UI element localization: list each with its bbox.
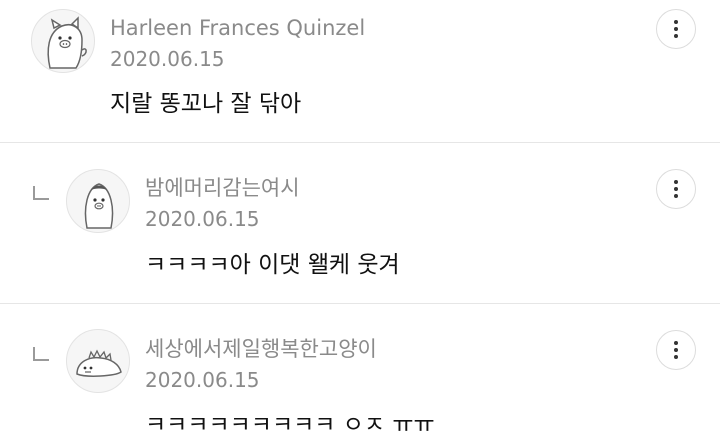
avatar[interactable] [66,329,130,393]
penguin-character-icon [84,183,114,229]
more-options-button[interactable] [656,9,696,49]
pig-character-icon [47,16,87,69]
comment-author[interactable]: Harleen Frances Quinzel [110,18,365,39]
comment-text: 지랄 똥꼬나 잘 닦아 [110,91,302,117]
dinosaur-character-icon [76,349,122,377]
avatar[interactable] [31,9,95,73]
comment-author[interactable]: 세상에서제일행복한고양이 [145,339,377,360]
vertical-ellipsis-icon [674,341,678,359]
comment-item: Harleen Frances Quinzel 2020.06.15 지랄 똥꼬… [0,0,720,142]
avatar[interactable] [66,169,130,233]
vertical-ellipsis-icon [674,20,678,38]
comment-text: ㅋㅋㅋㅋㅋㅋㅋㅋㅋ ㅇㅈ ㅠㅠ [145,412,435,438]
comment-author[interactable]: 밤에머리감는여시 [145,178,300,199]
reply-comment-item: 밤에머리감는여시 2020.06.15 ㅋㅋㅋㅋ아 이댓 왤케 웃겨 [0,143,720,303]
vertical-ellipsis-icon [674,180,678,198]
reply-comment-item: 세상에서제일행복한고양이 2020.06.15 ㅋㅋㅋㅋㅋㅋㅋㅋㅋ ㅇㅈ ㅠㅠ [0,304,720,444]
comment-text: ㅋㅋㅋㅋ아 이댓 왤케 웃겨 [145,252,400,278]
comment-date: 2020.06.15 [145,368,260,392]
comment-date: 2020.06.15 [110,47,225,71]
more-options-button[interactable] [656,330,696,370]
reply-arrow-icon [33,347,49,361]
comment-date: 2020.06.15 [145,207,260,231]
more-options-button[interactable] [656,169,696,209]
reply-arrow-icon [33,186,49,200]
